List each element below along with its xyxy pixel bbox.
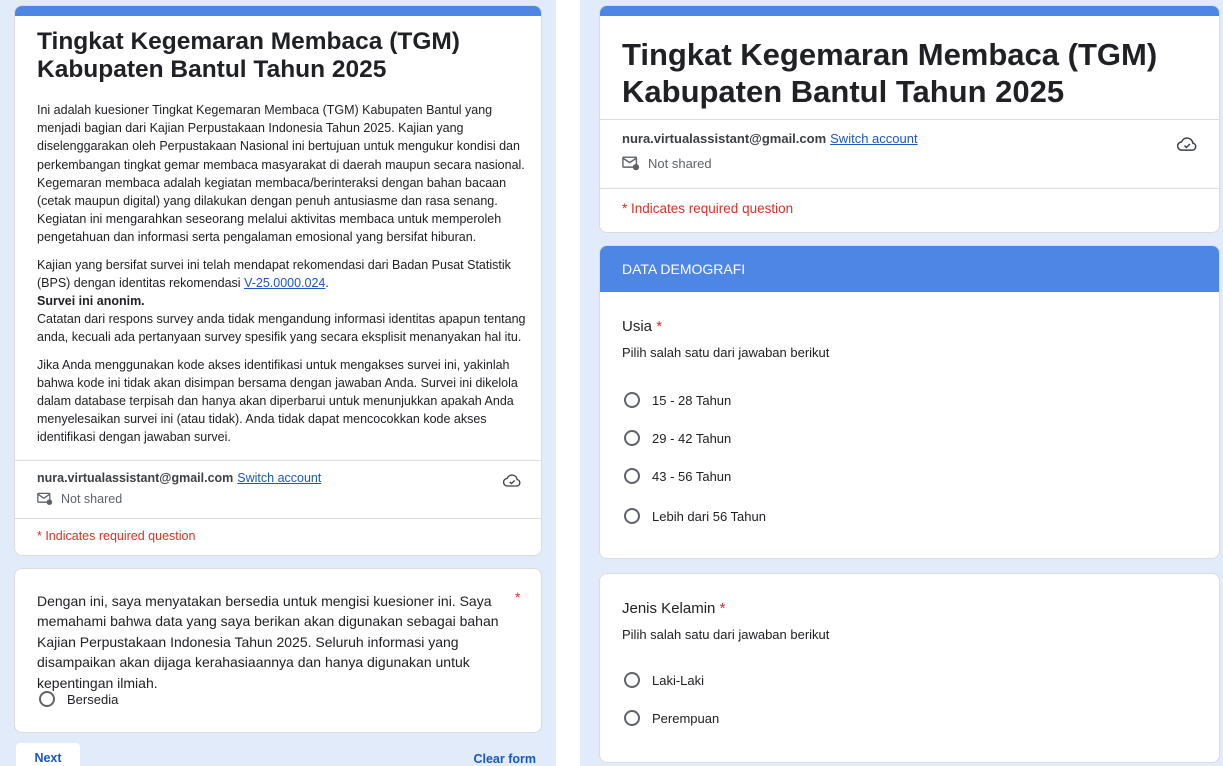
radio-option-perempuan[interactable]: Perempuan: [624, 710, 719, 726]
required-star: *: [719, 600, 726, 617]
description-text: Kegemaran membaca adalah kegiatan membac…: [37, 175, 507, 245]
bps-recommendation-link[interactable]: V-25.0000.024: [244, 276, 325, 290]
description-text: Jika Anda menggunakan kode akses identif…: [37, 357, 518, 445]
description-paragraph-2: Kajian yang bersifat survei ini telah me…: [37, 256, 529, 347]
radio-option-usia-2[interactable]: 29 - 42 Tahun: [624, 430, 731, 446]
radio-option-usia-1[interactable]: 15 - 28 Tahun: [624, 392, 731, 408]
section-title: DATA DEMOGRAFI: [600, 246, 1219, 292]
required-note: * Indicates required question: [622, 201, 794, 216]
option-label: Laki-Laki: [652, 672, 705, 688]
radio-option-laki-laki[interactable]: Laki-Laki: [624, 672, 704, 688]
option-label: Lebih dari 56 Tahun: [652, 508, 766, 524]
consent-text: Dengan ini, saya menyatakan bersedia unt…: [37, 593, 499, 691]
radio-circle[interactable]: [624, 468, 640, 484]
header-accent-bar: [600, 6, 1219, 16]
divider: [600, 119, 1219, 120]
sharing-status: Not shared: [622, 156, 712, 171]
radio-circle[interactable]: [624, 430, 640, 446]
form-description: Ini adalah kuesioner Tingkat Kegemaran M…: [37, 101, 529, 456]
divider: [15, 460, 541, 461]
question-label: Usia: [622, 318, 653, 335]
form-title-line-1: Tingkat Kegemaran Membaca (TGM): [622, 37, 1158, 72]
clear-form-button[interactable]: Clear form: [473, 752, 536, 766]
form-header-card: Tingkat Kegemaran Membaca (TGM) Kabupate…: [14, 5, 542, 556]
description-paragraph-3: Jika Anda menggunakan kode akses identif…: [37, 356, 529, 447]
not-shared-text: Not shared: [648, 156, 712, 171]
consent-question-card: Dengan ini, saya menyatakan bersedia unt…: [14, 568, 542, 733]
question-gender-help: Pilih salah satu dari jawaban berikut: [622, 627, 830, 642]
option-label: 15 - 28 Tahun: [652, 392, 732, 408]
account-email: nura.virtualassistant@gmail.com: [622, 131, 827, 146]
radio-option-usia-3[interactable]: 43 - 56 Tahun: [624, 468, 731, 484]
right-form-view: Tingkat Kegemaran Membaca (TGM) Kabupate…: [580, 0, 1223, 766]
account-email: nura.virtualassistant@gmail.com: [37, 471, 234, 485]
radio-circle[interactable]: [624, 672, 640, 688]
description-text: Catatan dari respons survey anda tidak m…: [37, 312, 526, 345]
required-star: *: [515, 589, 521, 605]
radio-option-bersedia[interactable]: Bersedia: [39, 691, 118, 707]
header-accent-bar: [15, 6, 541, 16]
mail-not-shared-icon: [37, 492, 53, 505]
sharing-status: Not shared: [37, 492, 122, 506]
form-title: Tingkat Kegemaran Membaca (TGM) Kabupate…: [37, 28, 460, 84]
question-gender-title: Jenis Kelamin *: [622, 600, 725, 617]
mail-not-shared-icon: [622, 156, 640, 171]
form-title-line-2: Kabupaten Bantul Tahun 2025: [622, 74, 1065, 110]
radio-option-usia-4[interactable]: Lebih dari 56 Tahun: [624, 508, 766, 524]
required-note: * Indicates required question: [37, 529, 196, 543]
cloud-saved-icon: [503, 474, 521, 487]
account-info: nura.virtualassistant@gmail.com Switch ac…: [37, 471, 321, 485]
anonymous-notice: Survei ini anonim.: [37, 294, 145, 309]
form-title-line-1: Tingkat Kegemaran Membaca (TGM): [37, 28, 460, 55]
question-usia-help: Pilih salah satu dari jawaban berikut: [622, 345, 830, 360]
left-form-view: Tingkat Kegemaran Membaca (TGM) Kabupate…: [0, 0, 556, 766]
radio-circle[interactable]: [39, 691, 55, 707]
required-star: *: [656, 318, 663, 335]
radio-circle[interactable]: [624, 508, 640, 524]
section-demografi-card: DATA DEMOGRAFI Usia * Pilih salah satu d…: [599, 245, 1220, 559]
radio-circle[interactable]: [624, 392, 640, 408]
switch-account-link[interactable]: Switch account: [237, 471, 321, 485]
form-title-line-2: Kabupaten Bantul Tahun 2025: [37, 56, 387, 84]
form-header-card-zoomed: Tingkat Kegemaran Membaca (TGM) Kabupate…: [599, 5, 1220, 233]
account-info: nura.virtualassistant@gmail.com Switch ac…: [622, 131, 918, 146]
radio-circle[interactable]: [624, 710, 640, 726]
switch-account-link[interactable]: Switch account: [830, 131, 917, 146]
option-label: Perempuan: [652, 710, 720, 726]
form-title: Tingkat Kegemaran Membaca (TGM) Kabupate…: [622, 36, 1157, 110]
divider: [15, 518, 541, 519]
next-button[interactable]: Next: [16, 743, 80, 766]
not-shared-text: Not shared: [61, 492, 123, 506]
option-label: Bersedia: [67, 691, 119, 707]
description-text: .: [325, 275, 329, 290]
option-label: 29 - 42 Tahun: [652, 430, 732, 446]
question-usia-title: Usia *: [622, 318, 662, 335]
question-label: Jenis Kelamin: [622, 600, 716, 617]
option-label: 43 - 56 Tahun: [652, 468, 732, 484]
divider: [600, 188, 1219, 189]
description-text: Ini adalah kuesioner Tingkat Kegemaran M…: [37, 103, 525, 172]
description-paragraph-1: Ini adalah kuesioner Tingkat Kegemaran M…: [37, 101, 529, 247]
question-jenis-kelamin-card: Jenis Kelamin * Pilih salah satu dari ja…: [599, 573, 1220, 763]
cloud-saved-icon: [1177, 137, 1197, 151]
